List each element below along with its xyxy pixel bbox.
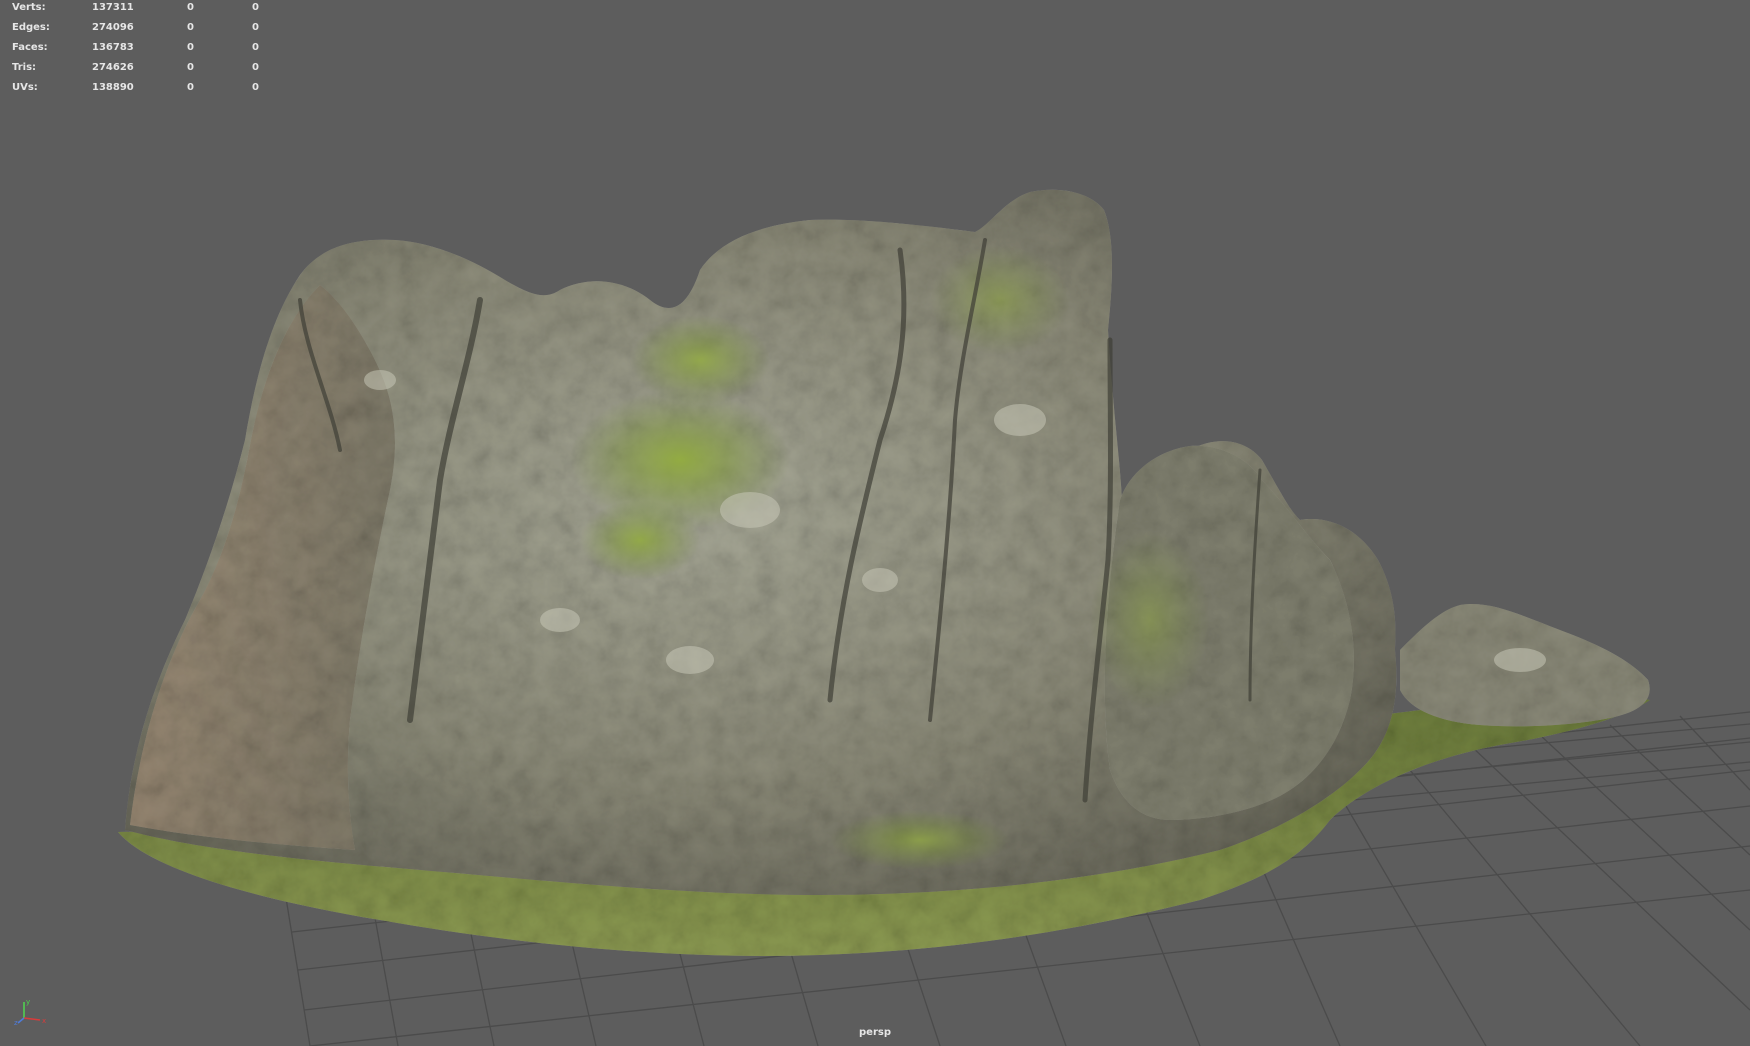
hud-label: Verts: [12, 2, 46, 13]
hud-total-value: 274626 [92, 62, 134, 73]
hud-component-value: 0 [252, 42, 259, 53]
hud-row-edges: Edges: 274096 0 0 [0, 20, 270, 38]
hud-row-uvs: UVs: 138890 0 0 [0, 80, 270, 98]
hud-selected-value: 0 [187, 42, 194, 53]
hud-component-value: 0 [252, 82, 259, 93]
hud-label: Tris: [12, 62, 37, 73]
viewport-scene[interactable] [0, 0, 1750, 1046]
camera-name-label: persp [859, 1027, 891, 1038]
maya-viewport[interactable]: Verts: 137311 0 0 Edges: 274096 0 0 Face… [0, 0, 1750, 1046]
hud-row-faces: Faces: 136783 0 0 [0, 40, 270, 58]
view-axis-triad-icon: x y z [14, 998, 46, 1026]
hud-row-tris: Tris: 274626 0 0 [0, 60, 270, 78]
hud-total-value: 137311 [92, 2, 134, 13]
hud-component-value: 0 [252, 22, 259, 33]
hud-component-value: 0 [252, 62, 259, 73]
svg-text:y: y [26, 998, 30, 1006]
hud-label: UVs: [12, 82, 38, 93]
svg-text:x: x [42, 1017, 46, 1025]
hud-row-verts: Verts: 137311 0 0 [0, 0, 270, 18]
hud-total-value: 136783 [92, 42, 134, 53]
hud-selected-value: 0 [187, 82, 194, 93]
hud-selected-value: 0 [187, 62, 194, 73]
svg-text:z: z [14, 1019, 18, 1026]
hud-total-value: 138890 [92, 82, 134, 93]
hud-total-value: 274096 [92, 22, 134, 33]
hud-label: Edges: [12, 22, 50, 33]
hud-label: Faces: [12, 42, 48, 53]
hud-selected-value: 0 [187, 22, 194, 33]
hud-selected-value: 0 [187, 2, 194, 13]
hud-component-value: 0 [252, 2, 259, 13]
